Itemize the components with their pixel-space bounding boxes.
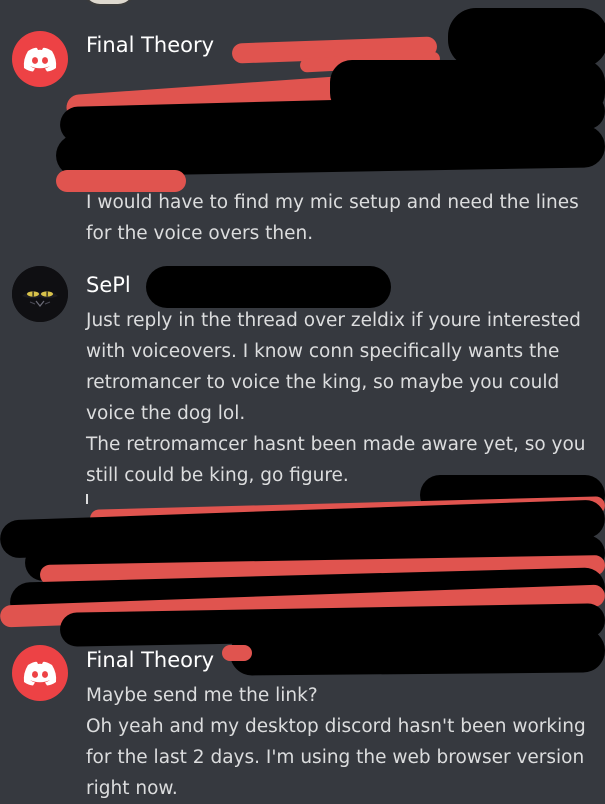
cat-eyes-icon <box>12 266 68 322</box>
message-content: I would have to find my mic setup and ne… <box>86 187 595 249</box>
message-content: Just reply in the thread over zeldix if … <box>86 305 595 491</box>
message-line: right now. <box>86 778 178 799</box>
message-line: Oh yeah and my desktop discord hasn't be… <box>86 716 586 737</box>
avatar[interactable] <box>12 31 68 87</box>
message-content: Maybe send me the link? Oh yeah and my d… <box>86 680 595 804</box>
previous-avatar <box>82 0 136 6</box>
message-line: with voiceovers. I know conn specificall… <box>86 341 560 362</box>
username[interactable]: SePl <box>86 275 131 296</box>
username[interactable]: Final Theory <box>86 35 214 56</box>
avatar[interactable] <box>12 266 68 322</box>
message-line: for the last 2 days. I'm using the web b… <box>86 747 585 768</box>
message-line: for the voice overs then. <box>86 223 314 244</box>
message-line: Just reply in the thread over zeldix if … <box>86 310 581 331</box>
avatar[interactable] <box>12 645 68 701</box>
discord-logo-icon <box>23 661 57 686</box>
discord-logo-icon <box>23 47 57 72</box>
message-line: Maybe send me the link? <box>86 685 318 706</box>
message-line: I would have to find my mic setup and ne… <box>86 192 579 213</box>
message-line: voice the dog lol. <box>86 403 246 424</box>
message-line: The retromamcer hasnt been made aware ye… <box>86 434 586 455</box>
username[interactable]: Final Theory <box>86 650 214 671</box>
message-line: retromancer to voice the king, so maybe … <box>86 372 560 393</box>
